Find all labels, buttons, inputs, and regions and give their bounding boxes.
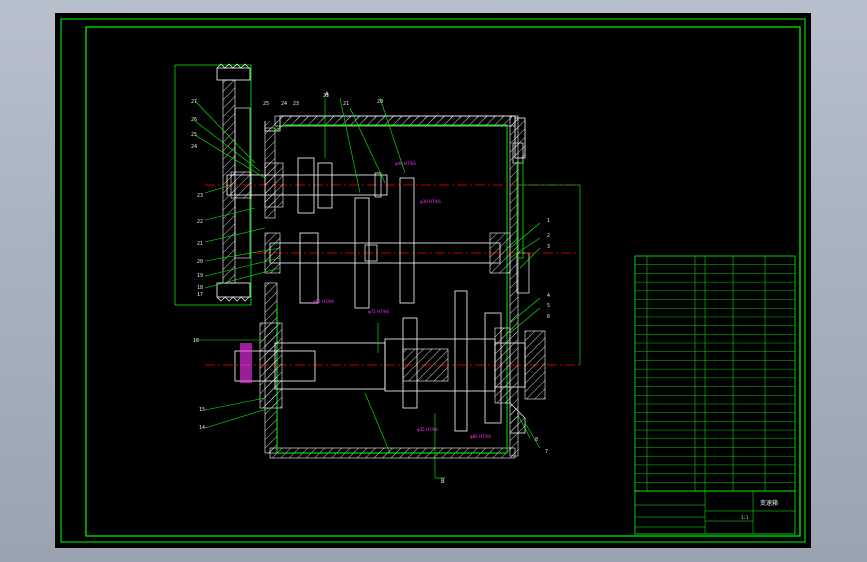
- section-mark-a: A: [325, 91, 329, 98]
- parts-list-rows: [635, 264, 795, 483]
- callout-19: 19: [197, 273, 203, 279]
- callout-26: 26: [191, 117, 197, 123]
- callouts-top: 25 24 23 22 21 20: [263, 93, 383, 107]
- callout-18: 18: [197, 285, 203, 291]
- middle-shaft: [255, 232, 580, 274]
- dim-note-6: φ80 H7/h6: [470, 434, 491, 439]
- title-block-name: 变速箱: [760, 499, 778, 507]
- callout-top-21: 21: [343, 101, 349, 107]
- callout-23: 23: [197, 193, 203, 199]
- callout-24: 24: [191, 144, 197, 150]
- callout-top-24: 24: [281, 101, 287, 107]
- dim-note-2: φ30 H7/k6: [420, 199, 441, 204]
- drawing-sheet: 27 26 25 24 23 22 21 20 19 18 17 16 15 1…: [55, 13, 811, 548]
- dim-note-1: φ40 H7/k6: [395, 161, 416, 166]
- title-block: 变速箱 1:1: [634, 490, 796, 535]
- callout-25: 25: [191, 132, 197, 138]
- callout-15: 15: [199, 407, 205, 413]
- gearbox-housing: [264, 115, 530, 459]
- callout-r-5: 5: [547, 303, 550, 309]
- callout-14: 14: [199, 425, 205, 431]
- dim-note-5: φ35 H7/k6: [417, 427, 438, 432]
- callout-21: 21: [197, 241, 203, 247]
- dimension-notes: φ40 H7/k6 φ30 H7/k6 φ62 H7/h6 φ72 H7/h6 …: [313, 161, 491, 439]
- title-block-scale: 1:1: [741, 515, 749, 520]
- section-mark-b: B: [441, 478, 445, 485]
- callout-27: 27: [191, 99, 197, 105]
- callout-r-7: 7: [545, 449, 548, 455]
- callout-r-2: 2: [547, 233, 550, 239]
- callout-r-1: 1: [547, 218, 550, 224]
- callout-r-8: 8: [535, 437, 538, 443]
- callout-top-20: 20: [377, 99, 383, 105]
- callout-top-23: 23: [293, 101, 299, 107]
- callout-17: 17: [197, 292, 203, 298]
- section-marks: A B: [325, 91, 445, 485]
- callout-top-25: 25: [263, 101, 269, 107]
- callout-r-3: 3: [547, 244, 550, 250]
- callout-16: 16: [193, 338, 199, 344]
- outer-frame: [60, 18, 806, 543]
- output-shaft: [205, 322, 580, 409]
- gears: [297, 157, 502, 432]
- dim-note-3: φ62 H7/h6: [313, 299, 334, 304]
- callout-r-4: 4: [547, 293, 550, 299]
- callouts-left: 27 26 25 24 23 22 21 20 19 18 17 16 15 1…: [191, 99, 205, 431]
- callout-22: 22: [197, 219, 203, 225]
- cad-drawing: 27 26 25 24 23 22 21 20 19 18 17 16 15 1…: [60, 18, 806, 543]
- callout-r-6: 6: [547, 314, 550, 320]
- dim-note-4: φ72 H7/h6: [368, 309, 389, 314]
- callout-20: 20: [197, 259, 203, 265]
- parts-list-table: [634, 255, 796, 492]
